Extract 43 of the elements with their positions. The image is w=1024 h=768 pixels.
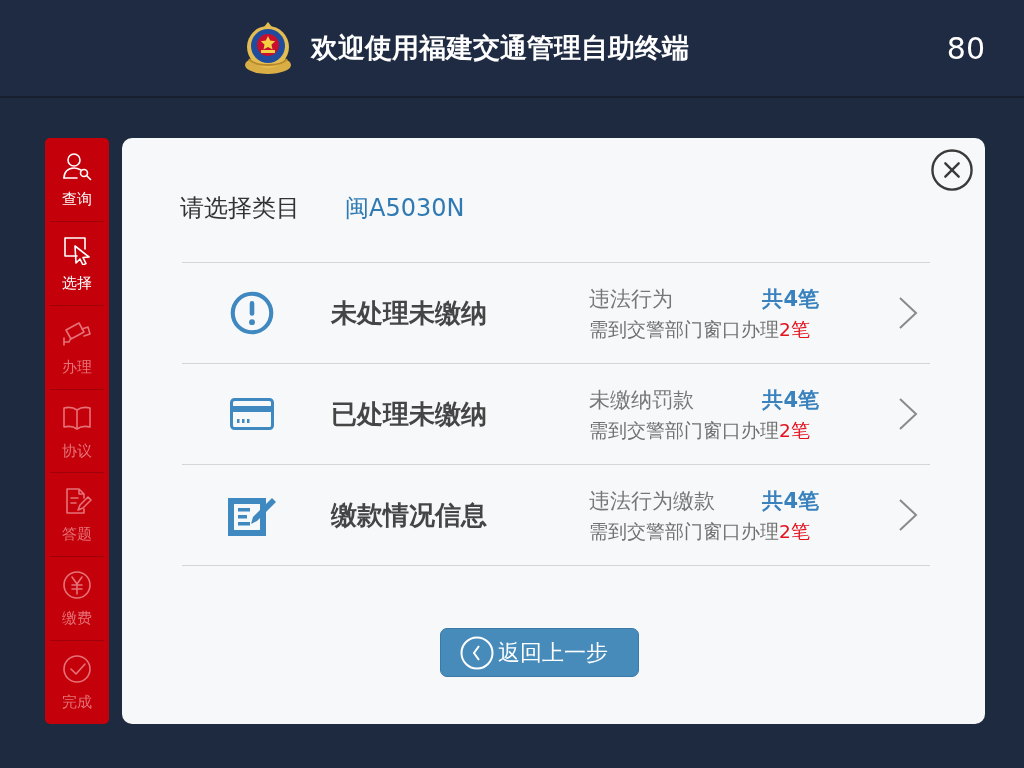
countdown-text: 80	[946, 30, 985, 66]
check-circle-icon	[62, 654, 92, 685]
step-label: 完成	[62, 693, 92, 712]
header-title: 欢迎使用福建交通管理自助终端	[311, 31, 689, 65]
back-button[interactable]: 返回上一步	[440, 628, 639, 677]
total-count-text: 共4笔	[762, 487, 819, 515]
step-label: 缴费	[62, 609, 92, 628]
chevron-right-icon	[898, 397, 918, 431]
step-label: 选择	[62, 273, 92, 292]
plate-number-text: 闽A5030N	[345, 193, 465, 224]
step-label: 办理	[62, 357, 92, 376]
window-count-text: 2笔	[779, 318, 810, 340]
cursor-icon	[62, 234, 92, 265]
category-title: 未处理未缴纳	[331, 296, 488, 330]
step-label: 协议	[62, 441, 92, 460]
step-label: 查询	[62, 190, 92, 208]
person-search-icon	[62, 151, 92, 181]
close-button[interactable]	[931, 149, 973, 191]
emblem-icon	[243, 21, 293, 75]
category-row[interactable]: 未处理未缴纳 违法行为 共4笔 需到交警部门窗口办理2笔	[182, 263, 930, 364]
category-row[interactable]: 缴款情况信息 违法行为缴款 共4笔 需到交警部门窗口办理2笔	[182, 465, 930, 566]
total-count-text: 共4笔	[762, 386, 819, 414]
close-icon	[931, 149, 973, 191]
note-text: 需到交警部门窗口办理	[589, 318, 779, 340]
chevron-left-circle-icon	[460, 635, 494, 670]
alert-icon	[230, 291, 274, 335]
step-label: 答题	[62, 525, 92, 544]
category-label: 违法行为缴款	[589, 487, 715, 515]
category-title: 已处理未缴纳	[331, 397, 488, 431]
window-count-text: 2笔	[779, 419, 810, 441]
category-label: 未缴纳罚款	[589, 386, 694, 414]
chevron-right-icon	[898, 498, 918, 532]
yen-icon	[62, 570, 92, 601]
chevron-right-icon	[898, 296, 918, 330]
note-text: 需到交警部门窗口办理	[589, 419, 779, 441]
category-label: 违法行为	[589, 285, 673, 313]
card-icon	[230, 398, 274, 430]
category-row[interactable]: 已处理未缴纳 未缴纳罚款 共4笔 需到交警部门窗口办理2笔	[182, 364, 930, 465]
category-title: 缴款情况信息	[331, 498, 488, 532]
total-count-text: 共4笔	[762, 285, 819, 313]
window-count-text: 2笔	[779, 520, 810, 542]
prompt-text: 请选择类目	[180, 193, 300, 224]
note-text: 需到交警部门窗口办理	[589, 520, 779, 542]
